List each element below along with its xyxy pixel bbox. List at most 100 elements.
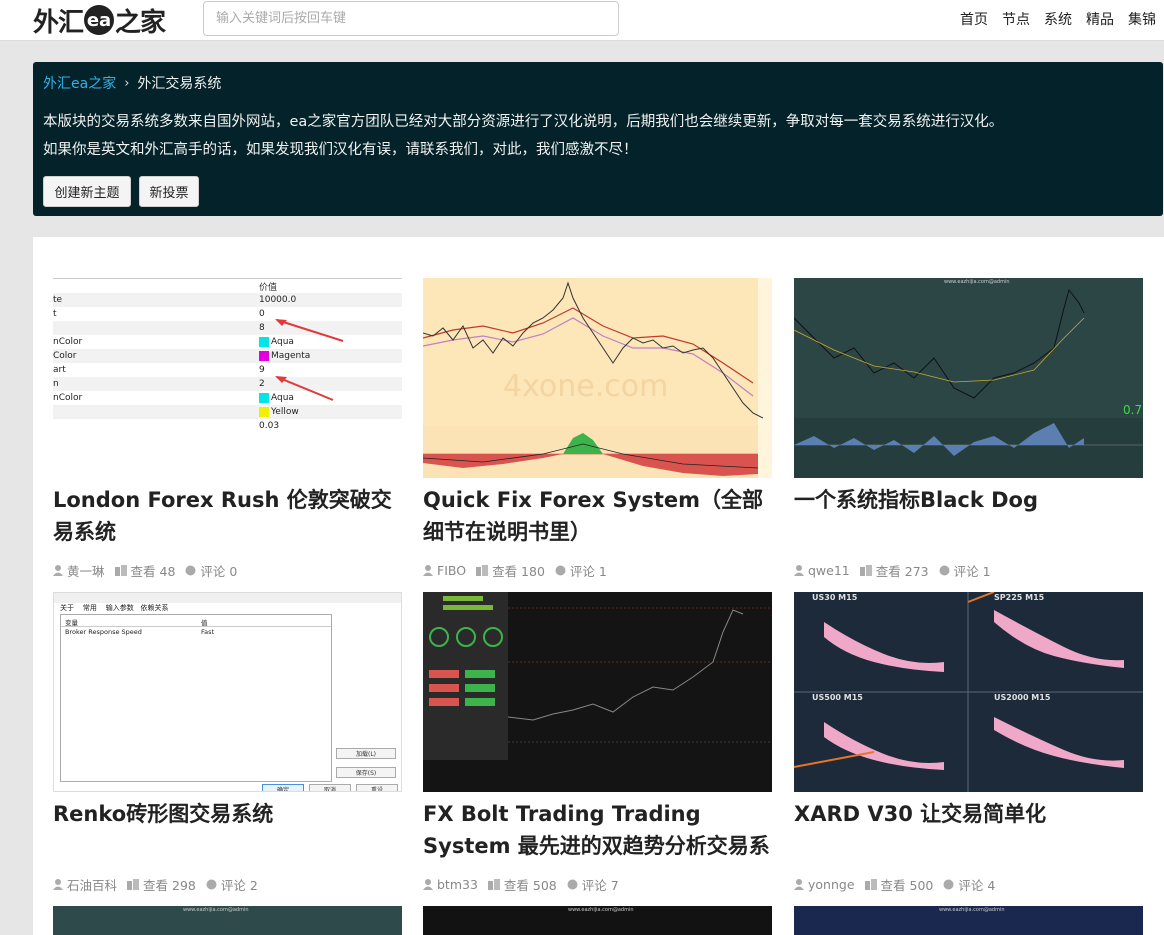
topic-meta: 石油百科 查看 298 评论 2 bbox=[53, 875, 402, 894]
chart-thumbnail-graphic bbox=[423, 592, 772, 792]
load-button: 加载(L) bbox=[336, 748, 396, 759]
topic-views: 查看 508 bbox=[503, 878, 557, 893]
views-icon bbox=[864, 879, 877, 890]
views-icon bbox=[487, 879, 500, 890]
topic-views: 查看 273 bbox=[875, 564, 929, 579]
topic-comments: 评论 1 bbox=[953, 564, 991, 579]
views-icon bbox=[859, 565, 872, 576]
nav-featured[interactable]: 精品 bbox=[1086, 9, 1114, 29]
topic-views: 查看 298 bbox=[143, 878, 196, 893]
topic-title[interactable]: XARD V30 让交易简单化 bbox=[794, 798, 1143, 862]
user-icon bbox=[53, 879, 63, 890]
main-nav: 首页 节点 系统 精品 集锦 bbox=[946, 0, 1156, 38]
topic-meta: qwe11 查看 273 评论 1 bbox=[794, 561, 1143, 580]
topic-card[interactable]: 4xone.com Quick Fix Forex System（全部细节在说明… bbox=[423, 278, 772, 580]
user-icon bbox=[423, 879, 433, 890]
breadcrumb-current: 外汇交易系统 bbox=[137, 76, 222, 92]
topic-author[interactable]: btm33 bbox=[437, 877, 478, 892]
forum-intro-panel: 外汇ea之家 › 外汇交易系统 本版块的交易系统多数来自国外网站，ea之家官方团… bbox=[33, 62, 1163, 216]
chart-thumbnail-graphic: US30 M15 SP225 M15 US500 M15 US2000 M15 bbox=[794, 592, 1143, 792]
topic-title[interactable]: London Forex Rush 伦敦突破交易系统 bbox=[53, 484, 402, 548]
red-arrow-icon bbox=[275, 319, 344, 401]
topic-author[interactable]: yonnge bbox=[808, 877, 855, 892]
topic-author[interactable]: 黄一琳 bbox=[67, 561, 105, 580]
breadcrumb-home[interactable]: 外汇ea之家 bbox=[43, 73, 116, 93]
nav-systems[interactable]: 系统 bbox=[1044, 9, 1072, 29]
site-mark-text: www.eazhijia.com@admin bbox=[939, 907, 1005, 913]
chart-label: US500 M15 bbox=[812, 693, 863, 702]
dialog-tabs: 关于 常用 输入参数 依赖关系 bbox=[60, 604, 169, 612]
new-topic-button[interactable]: 创建新主题 bbox=[43, 176, 131, 207]
search-input[interactable] bbox=[203, 1, 619, 36]
topic-views: 查看 180 bbox=[492, 564, 545, 579]
topic-thumbnail[interactable] bbox=[423, 592, 772, 792]
topic-thumbnail[interactable]: 关于 常用 输入参数 依赖关系 变量 值 Broker Response Spe… bbox=[53, 592, 402, 792]
topic-comments: 评论 1 bbox=[569, 564, 607, 579]
topic-title[interactable]: Renko砖形图交易系统 bbox=[53, 798, 402, 862]
chart-label: US30 M15 bbox=[812, 593, 858, 602]
topic-title[interactable]: 一个系统指标Black Dog bbox=[794, 484, 1143, 548]
user-icon bbox=[53, 565, 63, 576]
forum-description: 本版块的交易系统多数来自国外网站，ea之家官方团队已经对大部分资源进行了汉化说明… bbox=[43, 108, 1153, 164]
reset-button: 重设 bbox=[356, 784, 398, 791]
views-icon bbox=[114, 565, 127, 576]
topic-author[interactable]: FIBO bbox=[437, 563, 466, 578]
comment-icon bbox=[206, 879, 217, 890]
site-mark-text: www.eazhijia.com@admin bbox=[183, 907, 249, 913]
topic-views: 查看 500 bbox=[880, 878, 934, 893]
comment-icon bbox=[555, 565, 566, 576]
topic-thumbnail[interactable]: 4xone.com bbox=[423, 278, 772, 478]
nav-collections[interactable]: 集锦 bbox=[1128, 9, 1156, 29]
top-bar: 外汇 ea 之家 首页 节点 系统 精品 集锦 bbox=[0, 0, 1164, 41]
logo-text-left: 外汇 bbox=[33, 7, 84, 38]
description-line-2: 如果你是英文和外汇高手的话，如果发现我们汉化有误，请联系我们，对此，我们感激不尽… bbox=[43, 142, 638, 158]
param-name: Broker Response Speed bbox=[65, 628, 142, 636]
topic-card[interactable]: www.eazhijia.com@admin 0.73 一个系统指标Black … bbox=[794, 278, 1143, 580]
topic-comments: 评论 7 bbox=[581, 878, 619, 893]
topic-author[interactable]: 石油百科 bbox=[67, 875, 117, 894]
chart-thumbnail-graphic: 4xone.com bbox=[423, 278, 772, 478]
nav-nodes[interactable]: 节点 bbox=[1002, 9, 1030, 29]
comment-icon bbox=[185, 565, 196, 576]
views-icon bbox=[476, 565, 489, 576]
site-logo[interactable]: 外汇 ea 之家 bbox=[33, 2, 166, 38]
topic-thumbnail[interactable]: www.eazhijia.com@admin 0.73 bbox=[794, 278, 1143, 478]
topic-thumbnail[interactable]: www.eazhijia.com@admin bbox=[423, 906, 772, 935]
topic-views: 查看 48 bbox=[130, 564, 176, 579]
comment-icon bbox=[943, 879, 954, 890]
price-label: 0.73 bbox=[1123, 403, 1143, 417]
topic-meta: FIBO 查看 180 评论 1 bbox=[423, 561, 772, 580]
topic-meta: yonnge 查看 500 评论 4 bbox=[794, 875, 1143, 894]
breadcrumb-chevron-icon: › bbox=[124, 75, 130, 91]
topic-thumbnail[interactable]: 价值 te 10000.0 t 0 8 nColor Aqua Color Magenta art… bbox=[53, 278, 402, 478]
topic-comments: 评论 4 bbox=[958, 878, 996, 893]
breadcrumb: 外汇ea之家 › 外汇交易系统 bbox=[43, 73, 221, 93]
topic-card[interactable]: US30 M15 SP225 M15 US500 M15 US2000 M15 … bbox=[794, 592, 1143, 894]
topic-card[interactable]: 关于 常用 输入参数 依赖关系 变量 值 Broker Response Spe… bbox=[53, 592, 402, 894]
topic-meta: 黄一琳 查看 48 评论 0 bbox=[53, 561, 402, 580]
topic-grid: 价值 te 10000.0 t 0 8 nColor Aqua Color Magenta art… bbox=[33, 237, 1164, 935]
nav-home[interactable]: 首页 bbox=[960, 9, 988, 29]
topic-thumbnail[interactable]: www.eazhijia.com@admin bbox=[53, 906, 402, 935]
topic-thumbnail[interactable]: US30 M15 SP225 M15 US500 M15 US2000 M15 bbox=[794, 592, 1143, 792]
topic-author[interactable]: qwe11 bbox=[808, 563, 850, 578]
topic-meta: btm33 查看 508 评论 7 bbox=[423, 875, 772, 894]
site-mark-text: www.eazhijia.com@admin bbox=[944, 279, 1010, 285]
new-poll-button[interactable]: 新投票 bbox=[139, 176, 199, 207]
topic-card[interactable]: 价值 te 10000.0 t 0 8 nColor Aqua Color Magenta art… bbox=[53, 278, 402, 580]
topic-thumbnail[interactable]: www.eazhijia.com@admin bbox=[794, 906, 1143, 935]
topic-card[interactable]: FX Bolt Trading Trading System 最先进的双趋势分析… bbox=[423, 592, 772, 894]
param-value: Fast bbox=[201, 628, 215, 636]
comment-icon bbox=[567, 879, 578, 890]
topic-title[interactable]: Quick Fix Forex System（全部细节在说明书里） bbox=[423, 484, 772, 548]
user-icon bbox=[794, 565, 804, 576]
views-icon bbox=[127, 879, 140, 890]
comment-icon bbox=[939, 565, 950, 576]
topic-title[interactable]: FX Bolt Trading Trading System 最先进的双趋势分析… bbox=[423, 798, 772, 862]
topic-comments: 评论 0 bbox=[200, 564, 238, 579]
site-mark-text: www.eazhijia.com@admin bbox=[568, 907, 634, 913]
cancel-button: 取消 bbox=[309, 784, 351, 791]
chart-label: US2000 M15 bbox=[994, 693, 1051, 702]
logo-ea-badge: ea bbox=[84, 5, 115, 35]
chart-label: SP225 M15 bbox=[994, 593, 1045, 602]
